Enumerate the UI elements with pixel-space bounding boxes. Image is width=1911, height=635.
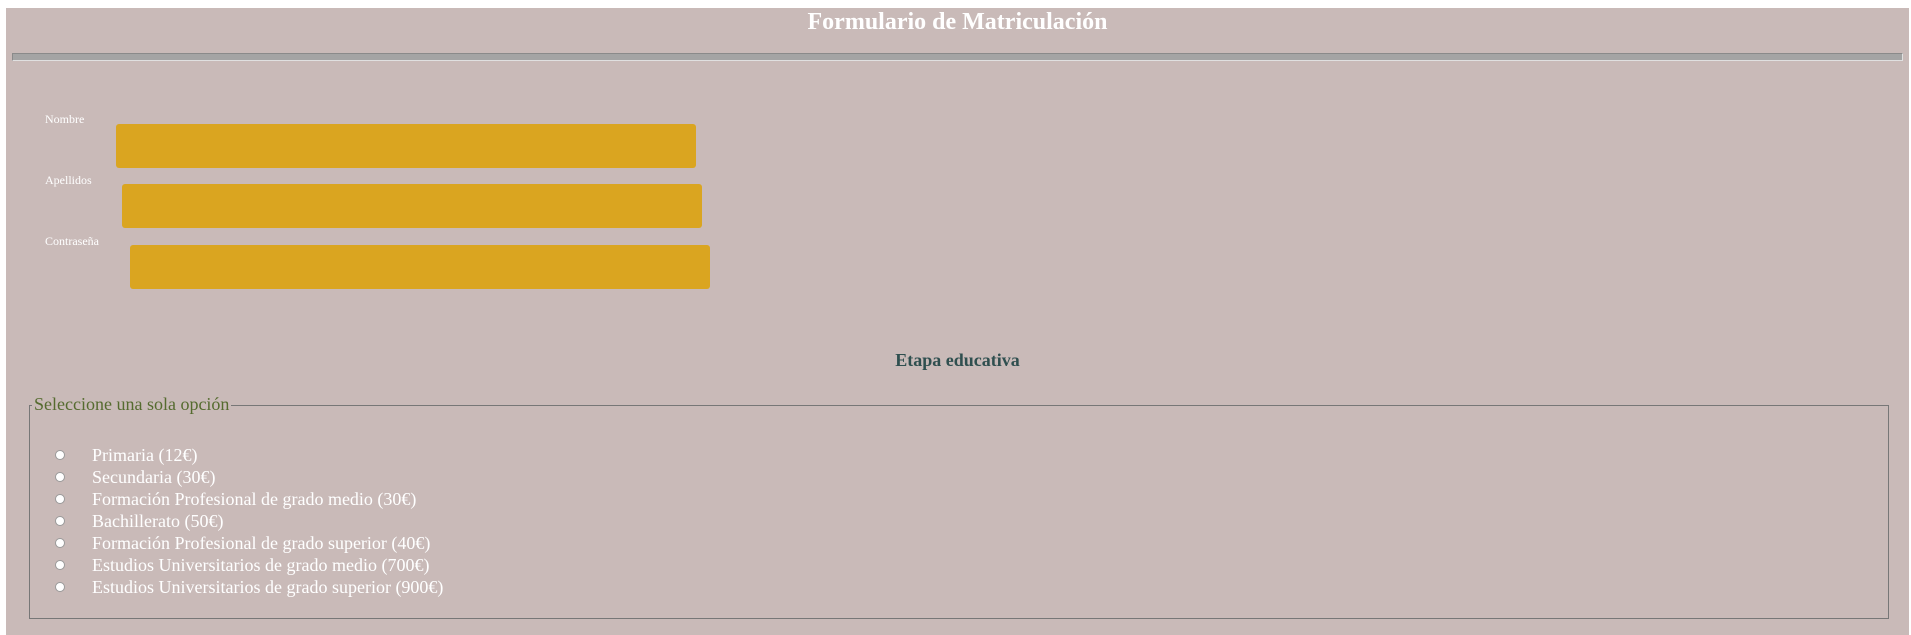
option-fp-grado-medio[interactable]: Formación Profesional de grado medio (30… — [55, 488, 416, 510]
radio-button[interactable] — [55, 560, 65, 570]
option-label: Bachillerato (50€) — [92, 510, 224, 531]
radio-button[interactable] — [55, 472, 65, 482]
option-label: Formación Profesional de grado medio (30… — [92, 488, 417, 509]
contrasena-label: Contraseña — [45, 234, 99, 248]
option-label: Primaria (12€) — [92, 444, 198, 465]
radio-button[interactable] — [55, 538, 65, 548]
form-page: Formulario de Matriculación Nombre Apell… — [6, 8, 1909, 635]
option-secundaria[interactable]: Secundaria (30€) — [55, 466, 215, 488]
divider — [12, 53, 1903, 61]
nombre-input[interactable] — [116, 124, 696, 168]
option-primaria[interactable]: Primaria (12€) — [55, 444, 197, 466]
password-input[interactable] — [130, 245, 710, 289]
radio-button[interactable] — [55, 450, 65, 460]
options-legend: Seleccione una sola opción — [32, 394, 232, 415]
radio-button[interactable] — [55, 516, 65, 526]
option-fp-grado-superior[interactable]: Formación Profesional de grado superior … — [55, 532, 430, 554]
page-title: Formulario de Matriculación — [807, 9, 1108, 35]
option-universitarios-medio[interactable]: Estudios Universitarios de grado medio (… — [55, 554, 429, 576]
option-universitarios-superior[interactable]: Estudios Universitarios de grado superio… — [55, 576, 443, 598]
option-label: Estudios Universitarios de grado medio (… — [92, 554, 430, 575]
option-label: Secundaria (30€) — [92, 466, 216, 487]
option-bachillerato[interactable]: Bachillerato (50€) — [55, 510, 223, 532]
apellidos-input[interactable] — [122, 184, 702, 228]
nombre-label: Nombre — [45, 112, 85, 126]
radio-button[interactable] — [55, 494, 65, 504]
radio-button[interactable] — [55, 582, 65, 592]
section-heading: Etapa educativa — [895, 350, 1020, 370]
option-label: Formación Profesional de grado superior … — [92, 532, 431, 553]
option-label: Estudios Universitarios de grado superio… — [92, 576, 444, 597]
apellidos-label: Apellidos — [45, 173, 92, 187]
